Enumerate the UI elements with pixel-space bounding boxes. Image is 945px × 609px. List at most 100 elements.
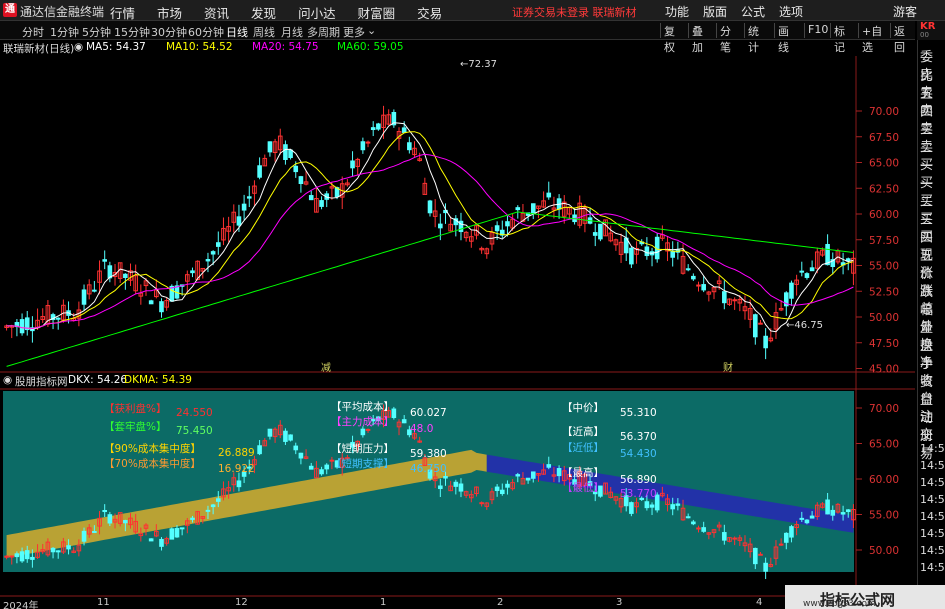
- indicator-candle-body: [81, 530, 87, 542]
- price-tick-label: 52.50: [869, 286, 899, 298]
- candle-body: [691, 275, 696, 280]
- indicator-candle-body: [9, 555, 15, 558]
- indicator-candle-body: [701, 527, 706, 532]
- indicator-label-value: 75.450: [176, 425, 213, 437]
- indicator-candle-body: [453, 481, 459, 487]
- indicator-label-name: 【获利盘%】: [104, 403, 167, 415]
- quote-panel-item[interactable]: 14:56: [920, 493, 945, 506]
- time-label: 1: [380, 597, 387, 608]
- chart-canvas[interactable]: 70.00 67.50 65.00 62.50 60.00 57.50 55.00 52.50…: [0, 0, 915, 609]
- candle-body: [376, 123, 381, 130]
- indicator-candle-body: [670, 504, 675, 510]
- candle-body: [205, 259, 211, 262]
- indicator-candle-body: [758, 553, 763, 556]
- indicator-candle-body: [257, 445, 262, 455]
- indicator-candle-body: [685, 516, 691, 519]
- candle-body: [696, 284, 701, 287]
- indicator-candle-body: [401, 419, 407, 424]
- indicator-candle-body: [324, 464, 330, 470]
- quote-panel: 委比 卖五 卖四 卖三 卖二 卖一 买一 买二 买三 买四 买五 现价 涨跌 涨幅 总量 外盘 换手 净资 收益 自动…: [917, 40, 945, 609]
- quote-panel-item[interactable]: 14:55: [920, 442, 945, 455]
- price-tick-label: 50.00: [869, 312, 899, 324]
- indicator-label-name: 【最高】: [562, 467, 604, 479]
- indicator-label-name: 【近高】: [562, 426, 604, 438]
- indicator-label-name: 【中价】: [562, 402, 604, 414]
- candle-body: [319, 200, 324, 207]
- indicator-label-name: 【90%成本集中度】: [104, 443, 201, 455]
- indicator-label-value: 55.310: [620, 407, 657, 419]
- candle-body: [241, 203, 247, 211]
- indicator-candle-body: [830, 509, 836, 516]
- indicator-candle-body: [92, 530, 97, 533]
- indicator-candle-body: [722, 532, 727, 541]
- price-tick-label: 70.00: [869, 106, 899, 118]
- indicator-label-value: 16.922: [218, 463, 255, 475]
- candle-body: [190, 270, 195, 274]
- candle-body: [55, 317, 61, 320]
- indicator-candle-body: [169, 528, 175, 540]
- price-tick-label: 67.50: [869, 132, 899, 144]
- candle-body: [546, 192, 552, 198]
- candle-body: [288, 149, 293, 159]
- time-label: 11: [97, 597, 110, 608]
- candle-body: [732, 299, 737, 302]
- candle-body: [210, 251, 216, 255]
- indicator-candle-body: [530, 471, 536, 479]
- indicator-candle-body: [629, 502, 634, 514]
- event-marker-jian[interactable]: 减: [321, 359, 331, 374]
- indicator-candle-body: [515, 474, 521, 477]
- indicator-label-value: 56.370: [620, 431, 657, 443]
- indicator-candle-body: [783, 532, 789, 543]
- candle-body: [257, 165, 262, 178]
- candle-body: [360, 141, 366, 151]
- indicator-candle-body: [649, 504, 655, 508]
- candle-body: [685, 268, 691, 271]
- indicator-label-value: 48.0: [410, 423, 434, 435]
- stock-code-badge: KR 00: [917, 21, 945, 40]
- time-label: 3: [616, 597, 623, 608]
- candle-body: [505, 221, 510, 227]
- price-tick-label: 50.00: [869, 545, 899, 557]
- candle-body: [308, 195, 314, 201]
- indicator-candle-body: [298, 452, 304, 459]
- indicator-candle-body: [283, 430, 288, 442]
- quote-panel-item[interactable]: 14:56: [920, 544, 945, 557]
- indicator-candle-body: [525, 477, 531, 481]
- indicator-candle-body: [809, 515, 815, 519]
- indicator-candle-body: [190, 517, 195, 520]
- quote-panel-item[interactable]: 14:56: [920, 510, 945, 523]
- event-marker-cai[interactable]: 财: [723, 359, 733, 374]
- candle-body: [293, 165, 299, 173]
- indicator-label-name: 【70%成本集中度】: [104, 458, 201, 470]
- quote-panel-item[interactable]: 14:56: [920, 527, 945, 540]
- indicator-label-name: 【短期支撑】: [331, 458, 394, 470]
- price-tick-label: 65.00: [869, 439, 899, 451]
- quote-panel-item[interactable]: 14:56: [920, 561, 945, 574]
- watermark-url: www.zbgs3.com: [803, 599, 876, 609]
- indicator-candle-body: [753, 547, 758, 565]
- indicator-candle-body: [696, 527, 701, 530]
- price-tick-label: 65.00: [869, 158, 899, 170]
- indicator-label-name: 【平均成本】: [331, 401, 394, 413]
- time-label: 4: [756, 597, 763, 608]
- candle-body: [799, 270, 805, 273]
- candle-body: [825, 243, 830, 266]
- indicator-label-value: 24.550: [176, 407, 213, 419]
- quote-panel-item[interactable]: 14:55: [920, 459, 945, 472]
- indicator-candle-body: [675, 503, 681, 506]
- indicator-candle-body: [14, 553, 20, 558]
- quote-panel-item[interactable]: 14:55: [920, 476, 945, 489]
- price-tick-label: 70.00: [869, 403, 899, 415]
- indicator-candle-body: [365, 428, 371, 431]
- indicator-candle-body: [499, 489, 505, 495]
- indicator-candle-body: [319, 469, 324, 475]
- indicator-candle-body: [267, 428, 273, 437]
- candle-body: [644, 246, 650, 257]
- indicator-candle-body: [804, 519, 810, 524]
- time-label: 12: [235, 597, 248, 608]
- candle-body: [148, 300, 154, 305]
- price-tick-label: 57.50: [869, 235, 899, 247]
- candle-body: [92, 289, 97, 292]
- candle-body: [515, 207, 521, 211]
- candle-body: [789, 282, 794, 299]
